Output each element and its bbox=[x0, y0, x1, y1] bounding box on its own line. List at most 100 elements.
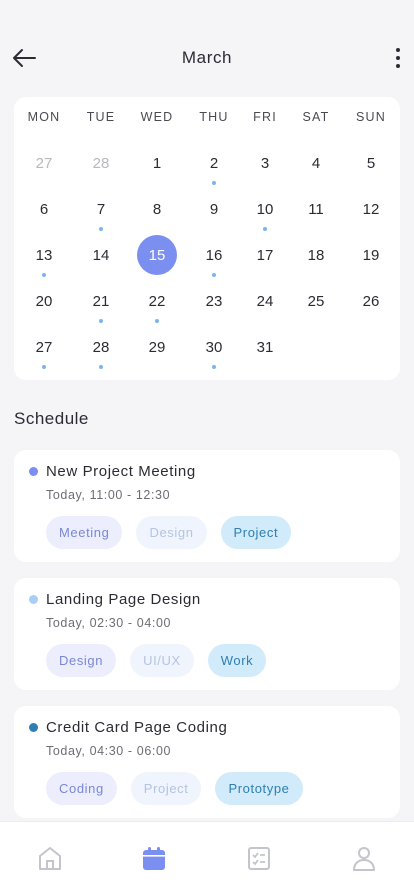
calendar-day[interactable]: 12 bbox=[351, 189, 391, 229]
day-number: 2 bbox=[209, 154, 219, 172]
calendar-day[interactable]: 31 bbox=[245, 327, 285, 367]
calendar-day[interactable]: 11 bbox=[296, 189, 336, 229]
calendar-day[interactable]: 21 bbox=[81, 281, 121, 323]
event-dot bbox=[42, 365, 46, 369]
calendar-day[interactable]: 7 bbox=[81, 189, 121, 231]
calendar-day[interactable]: 5 bbox=[351, 143, 391, 183]
event-dot bbox=[263, 227, 267, 231]
event-dot bbox=[99, 319, 103, 323]
profile-icon bbox=[350, 847, 378, 876]
calendar-day[interactable]: 26 bbox=[351, 281, 391, 321]
calendar-day[interactable]: 20 bbox=[24, 281, 64, 321]
tag-chip[interactable]: Design bbox=[136, 516, 207, 549]
calendar-day[interactable]: 8 bbox=[137, 189, 177, 229]
day-number: 16 bbox=[205, 246, 223, 264]
event-dot bbox=[212, 273, 216, 277]
calendar-day[interactable]: 22 bbox=[137, 281, 177, 323]
tag-chip[interactable]: Meeting bbox=[46, 516, 123, 549]
calendar-day[interactable]: 25 bbox=[296, 281, 336, 321]
calendar-day[interactable]: 14 bbox=[81, 235, 121, 275]
day-number: 3 bbox=[260, 154, 270, 172]
calendar-day[interactable]: 1 bbox=[137, 143, 177, 183]
weekday-tue: TUE bbox=[86, 110, 116, 124]
more-vertical-icon bbox=[396, 48, 400, 52]
tag-chip[interactable]: Design bbox=[46, 644, 117, 677]
calendar-day[interactable]: 19 bbox=[351, 235, 391, 275]
weekday-fri: FRI bbox=[253, 110, 277, 124]
calendar-day[interactable]: 6 bbox=[24, 189, 64, 229]
calendar-day[interactable]: 27 bbox=[24, 143, 64, 183]
day-number: 20 bbox=[35, 292, 53, 310]
tag-list: Design UI/UX Work bbox=[46, 644, 267, 677]
event-dot bbox=[212, 181, 216, 185]
day-number: 26 bbox=[362, 292, 380, 310]
day-number: 1 bbox=[152, 154, 162, 172]
event-color-dot bbox=[29, 723, 38, 732]
day-number: 29 bbox=[148, 338, 166, 356]
calendar-day[interactable]: 28 bbox=[81, 143, 121, 183]
nav-calendar[interactable] bbox=[140, 844, 168, 872]
bottom-navigation bbox=[0, 821, 414, 896]
day-number: 27 bbox=[35, 154, 53, 172]
day-number: 15 bbox=[148, 246, 166, 264]
event-dot bbox=[155, 319, 159, 323]
calendar-day[interactable]: 2 bbox=[194, 143, 234, 185]
event-title: Landing Page Design bbox=[46, 591, 201, 608]
day-number: 27 bbox=[35, 338, 53, 356]
calendar-day-selected[interactable]: 15 bbox=[137, 235, 177, 275]
calendar: MON TUE WED THU FRI SAT SUN 27 28 1 2 3 4 5 6 7 8 9 10 11 1… bbox=[14, 97, 400, 380]
event-time: Today, 11:00 - 12:30 bbox=[46, 488, 171, 502]
day-number: 21 bbox=[92, 292, 110, 310]
more-options-button[interactable] bbox=[390, 44, 406, 72]
tag-chip[interactable]: Coding bbox=[46, 772, 117, 805]
event-time: Today, 04:30 - 06:00 bbox=[46, 744, 172, 758]
event-dot bbox=[99, 365, 103, 369]
tag-chip[interactable]: Project bbox=[220, 516, 292, 549]
tag-chip[interactable]: Prototype bbox=[215, 772, 303, 805]
calendar-day[interactable]: 10 bbox=[245, 189, 285, 231]
weekday-thu: THU bbox=[199, 110, 229, 124]
schedule-card[interactable]: Credit Card Page Coding Today, 04:30 - 06… bbox=[14, 706, 400, 818]
calendar-day[interactable]: 13 bbox=[24, 235, 64, 277]
day-number: 10 bbox=[256, 200, 274, 218]
schedule-card[interactable]: Landing Page Design Today, 02:30 - 04:00 D… bbox=[14, 578, 400, 690]
weekday-wed: WED bbox=[140, 110, 174, 124]
day-number: 11 bbox=[308, 200, 324, 218]
calendar-day[interactable]: 24 bbox=[245, 281, 285, 321]
home-icon bbox=[36, 847, 64, 876]
nav-profile[interactable] bbox=[350, 844, 378, 872]
day-number: 31 bbox=[256, 338, 274, 356]
calendar-day[interactable]: 17 bbox=[245, 235, 285, 275]
day-number: 28 bbox=[92, 154, 110, 172]
calendar-day[interactable]: 18 bbox=[296, 235, 336, 275]
nav-tasks[interactable] bbox=[245, 844, 273, 872]
calendar-icon bbox=[140, 847, 168, 876]
day-number: 13 bbox=[35, 246, 53, 264]
tag-chip[interactable]: Project bbox=[130, 772, 202, 805]
day-number: 9 bbox=[209, 200, 219, 218]
calendar-day[interactable]: 23 bbox=[194, 281, 234, 321]
tasks-icon bbox=[245, 847, 273, 876]
day-number: 30 bbox=[205, 338, 223, 356]
day-number: 7 bbox=[96, 200, 106, 218]
calendar-day[interactable]: 4 bbox=[296, 143, 336, 183]
calendar-day[interactable]: 3 bbox=[245, 143, 285, 183]
calendar-day[interactable]: 29 bbox=[137, 327, 177, 367]
weekday-sat: SAT bbox=[302, 110, 330, 124]
calendar-day[interactable]: 30 bbox=[194, 327, 234, 369]
day-number: 8 bbox=[152, 200, 162, 218]
calendar-day[interactable]: 16 bbox=[194, 235, 234, 277]
weekday-sun: SUN bbox=[356, 110, 386, 124]
day-number: 5 bbox=[366, 154, 376, 172]
schedule-title: Schedule bbox=[14, 409, 89, 428]
event-color-dot bbox=[29, 595, 38, 604]
nav-home[interactable] bbox=[36, 844, 64, 872]
schedule-card[interactable]: New Project Meeting Today, 11:00 - 12:30 M… bbox=[14, 450, 400, 562]
tag-chip[interactable]: UI/UX bbox=[130, 644, 194, 677]
tag-chip[interactable]: Work bbox=[207, 644, 267, 677]
calendar-day[interactable]: 27 bbox=[24, 327, 64, 369]
calendar-day[interactable]: 9 bbox=[194, 189, 234, 229]
header: March bbox=[0, 0, 414, 96]
event-dot bbox=[99, 227, 103, 231]
calendar-day[interactable]: 28 bbox=[81, 327, 121, 369]
